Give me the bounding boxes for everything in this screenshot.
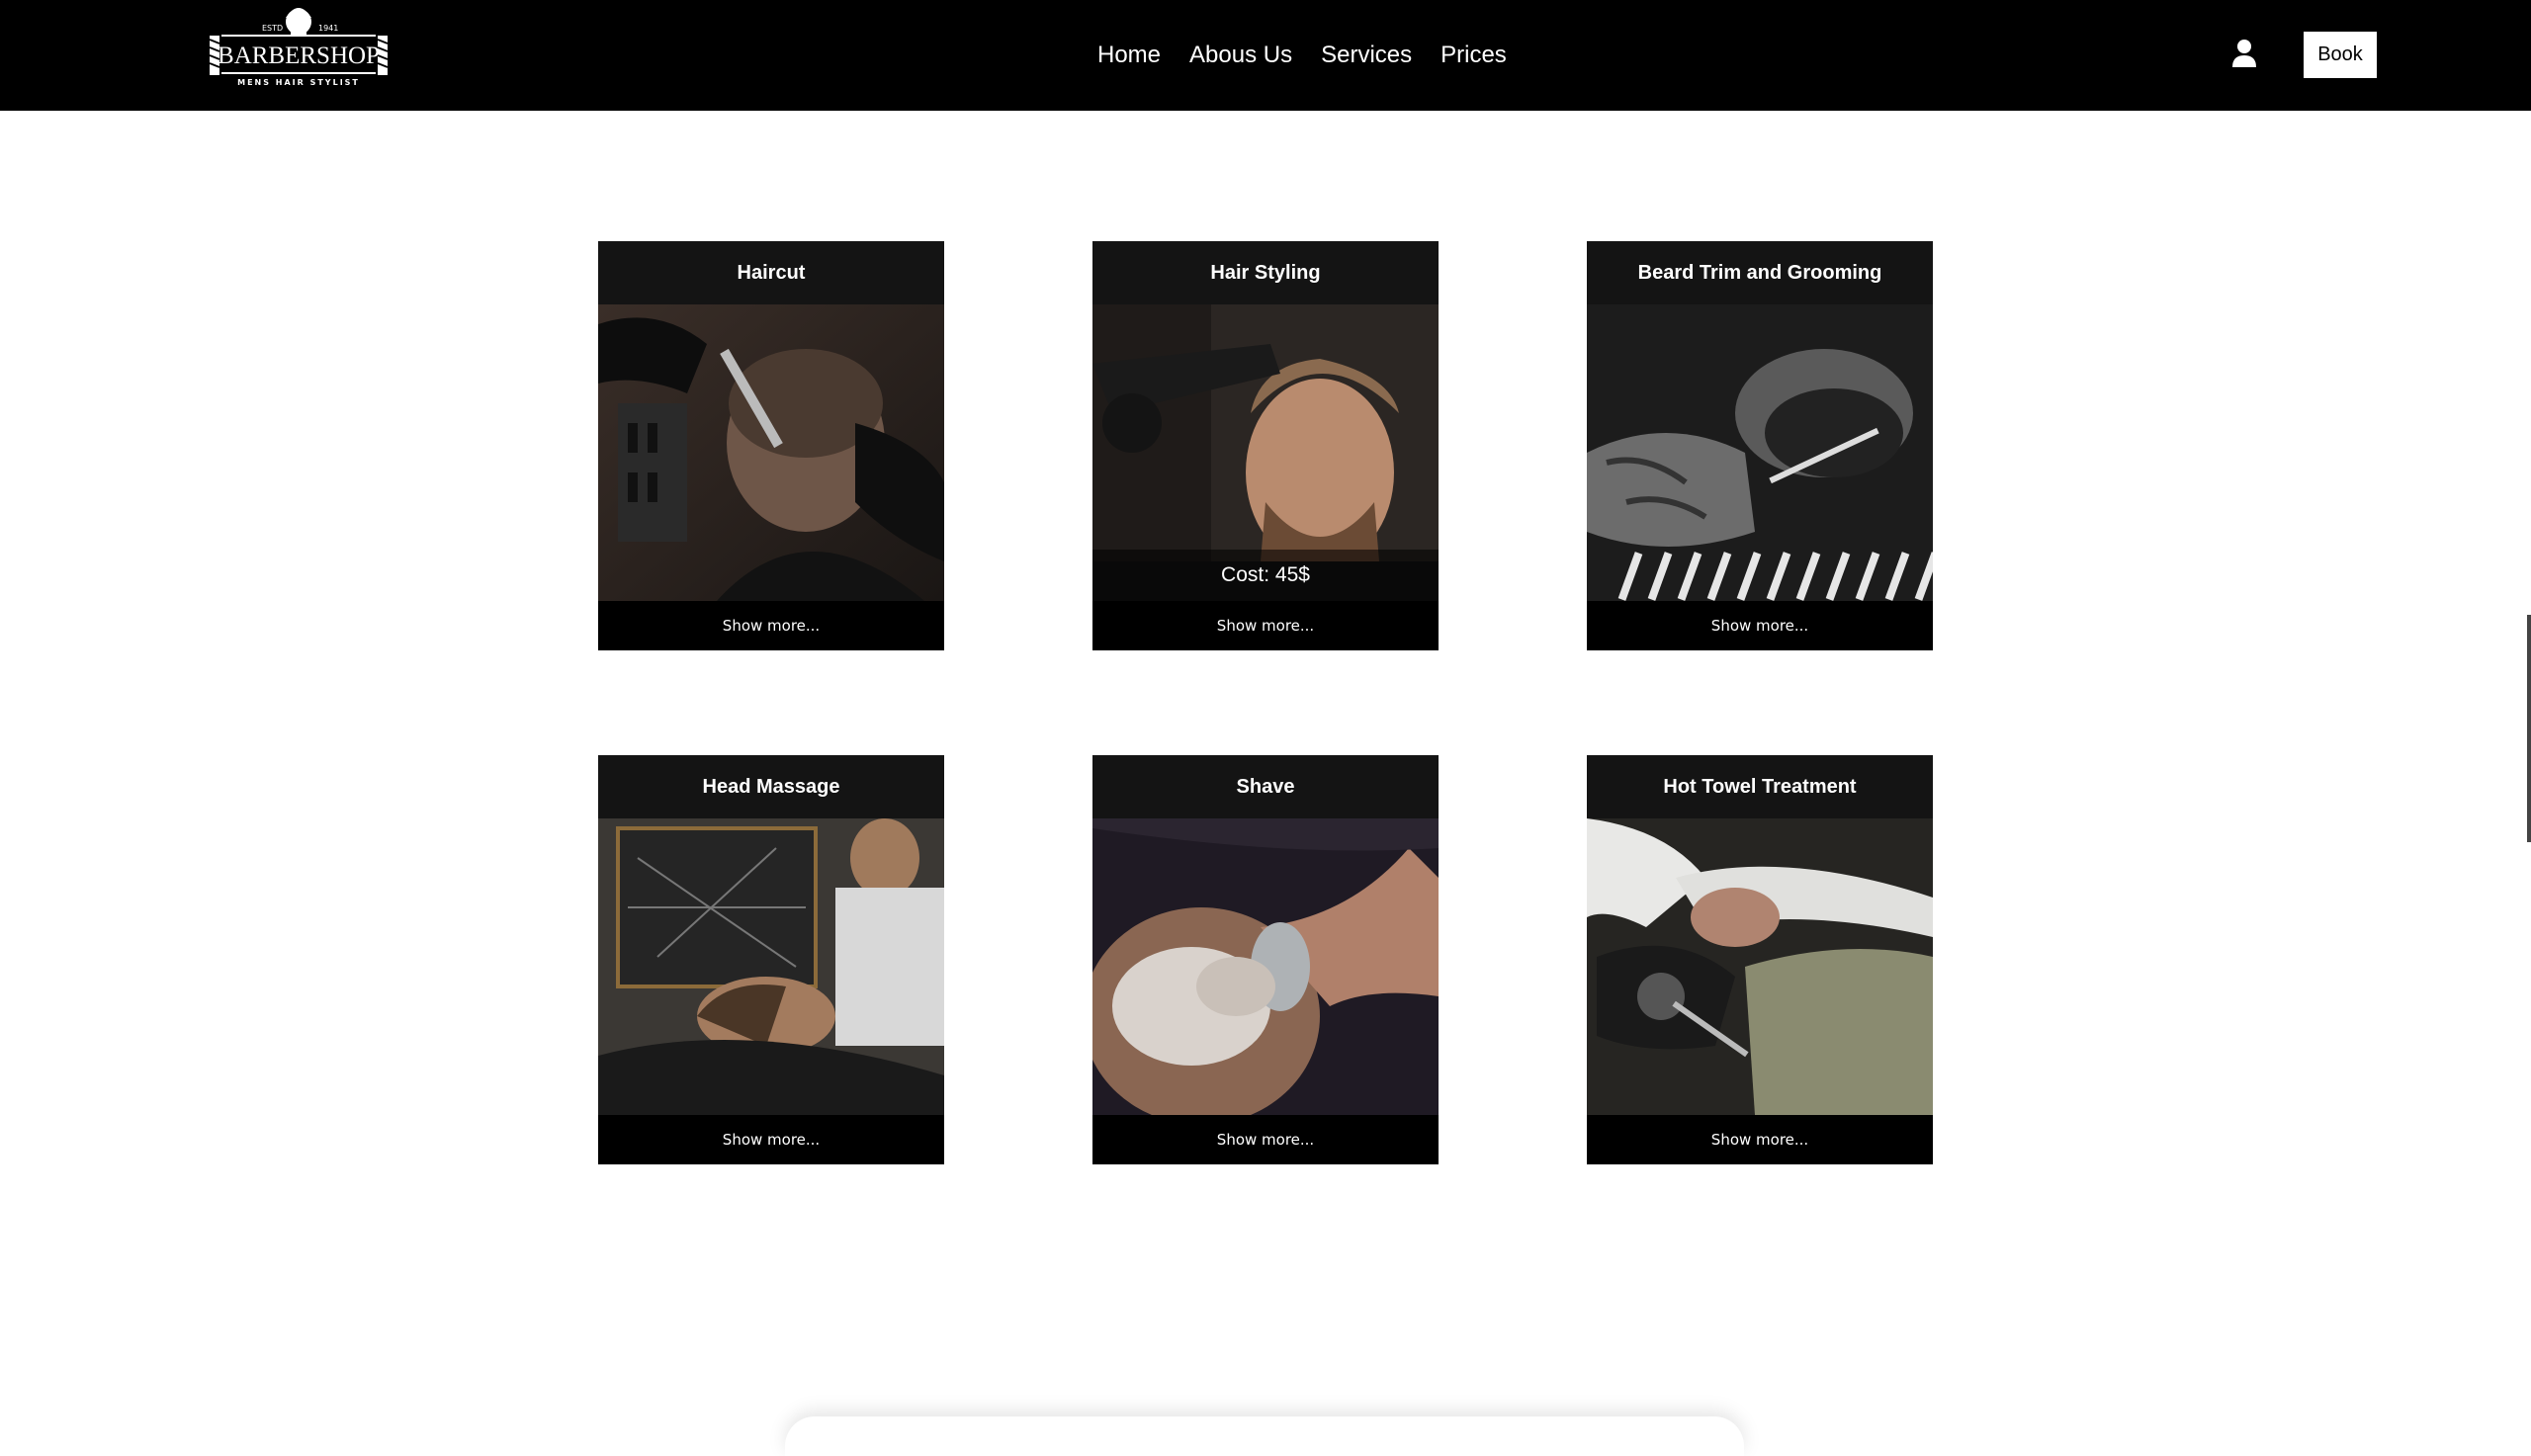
service-card-haircut[interactable]: Haircut Show more... xyxy=(598,241,944,650)
nav-about-us[interactable]: Abous Us xyxy=(1189,42,1292,69)
card-title: Beard Trim and Grooming xyxy=(1587,241,1933,304)
user-icon[interactable] xyxy=(2230,38,2258,69)
book-button[interactable]: Book xyxy=(2304,32,2377,78)
hot-towel-photo xyxy=(1587,818,1933,1115)
page-scrollbar[interactable] xyxy=(2527,615,2531,842)
haircut-photo xyxy=(598,304,944,601)
show-more-link[interactable]: Show more... xyxy=(1092,601,1439,650)
card-title: Haircut xyxy=(598,241,944,304)
nav-prices[interactable]: Prices xyxy=(1440,42,1507,69)
logo-year: 1941 xyxy=(318,24,338,33)
card-title: Hair Styling xyxy=(1092,241,1439,304)
service-card-head-massage[interactable]: Head Massage Show more... xyxy=(598,755,944,1164)
service-card-beard-trim[interactable]: Beard Trim and Grooming Show more... xyxy=(1587,241,1933,650)
main-nav: Home Abous Us Services Prices xyxy=(1097,0,1507,111)
show-more-link[interactable]: Show more... xyxy=(598,1115,944,1164)
logo-estd: ESTD xyxy=(262,24,283,33)
nav-home[interactable]: Home xyxy=(1097,42,1161,69)
beard-trim-photo xyxy=(1587,304,1933,601)
card-cost: Cost: 45$ xyxy=(1092,550,1439,601)
head-massage-photo xyxy=(598,818,944,1115)
show-more-link[interactable]: Show more... xyxy=(1587,601,1933,650)
service-card-hair-styling[interactable]: Hair Styling Cost: 45$ Show more... xyxy=(1092,241,1439,650)
logo-name: BARBERSHOP xyxy=(218,43,380,69)
card-title: Shave xyxy=(1092,755,1439,818)
bottom-panel xyxy=(785,1416,1744,1456)
show-more-link[interactable]: Show more... xyxy=(1587,1115,1933,1164)
logo-tagline: MENS HAIR STYLIST xyxy=(237,78,360,87)
show-more-link[interactable]: Show more... xyxy=(598,601,944,650)
show-more-link[interactable]: Show more... xyxy=(1092,1115,1439,1164)
shave-photo xyxy=(1092,818,1439,1115)
site-header: ESTD 1941 BARBERSHOP MENS HAIR STYLIST H… xyxy=(0,0,2531,111)
nav-services[interactable]: Services xyxy=(1321,42,1412,69)
barbershop-logo[interactable]: ESTD 1941 BARBERSHOP MENS HAIR STYLIST xyxy=(208,0,390,91)
service-card-hot-towel[interactable]: Hot Towel Treatment Show more... xyxy=(1587,755,1933,1164)
card-title: Head Massage xyxy=(598,755,944,818)
card-title: Hot Towel Treatment xyxy=(1587,755,1933,818)
service-card-shave[interactable]: Shave Show more... xyxy=(1092,755,1439,1164)
